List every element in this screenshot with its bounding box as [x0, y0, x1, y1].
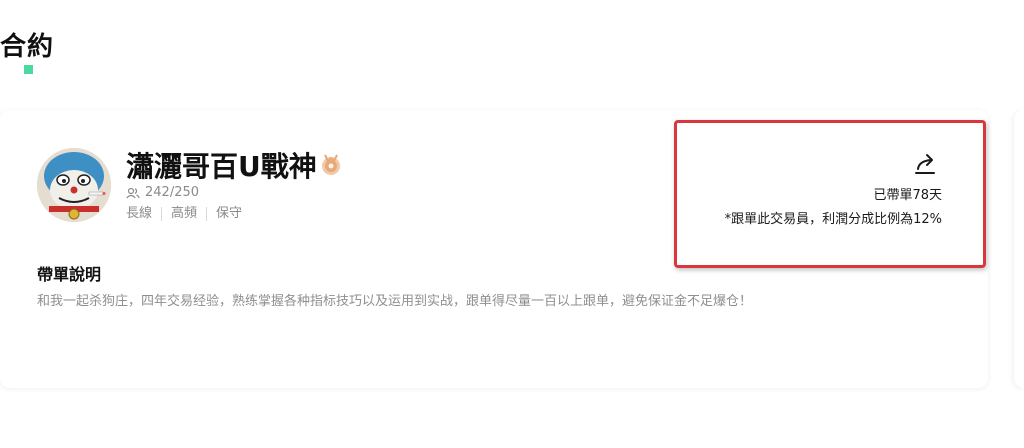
tag-conservative: 保守 — [206, 207, 251, 221]
profit-share-note: *跟單此交易員，利潤分成比例為12% — [724, 212, 942, 227]
days-led: 已帶單78天 — [873, 188, 942, 203]
section-title: 合約 — [0, 32, 55, 62]
description-text: 和我一起杀狗庄，四年交易经验，熟练掌握各种指标技巧以及运用到实战，跟单得尽量一百… — [37, 294, 753, 309]
trader-avatar[interactable] — [37, 148, 111, 222]
follower-count-value: 242/250 — [145, 185, 200, 200]
description-title: 帶單說明 — [37, 265, 102, 284]
next-card-edge[interactable] — [1014, 110, 1024, 388]
avatar-image — [37, 148, 111, 222]
trader-tags: 長線 高頻 保守 — [126, 207, 251, 221]
users-icon — [126, 187, 140, 198]
follower-count: 242/250 — [126, 185, 199, 200]
title-underline-marker — [24, 65, 33, 74]
tag-high-frequency: 高頻 — [161, 207, 206, 221]
page: 合約 瀟灑哥百U戰神 242/250 長線 高頻 保守 帶單說明 和我一起杀狗庄… — [0, 0, 1024, 448]
medal-icon — [322, 154, 340, 175]
trader-name: 瀟灑哥百U戰神 — [126, 150, 317, 183]
tag-long-term: 長線 — [126, 206, 153, 221]
share-icon[interactable] — [913, 152, 939, 176]
